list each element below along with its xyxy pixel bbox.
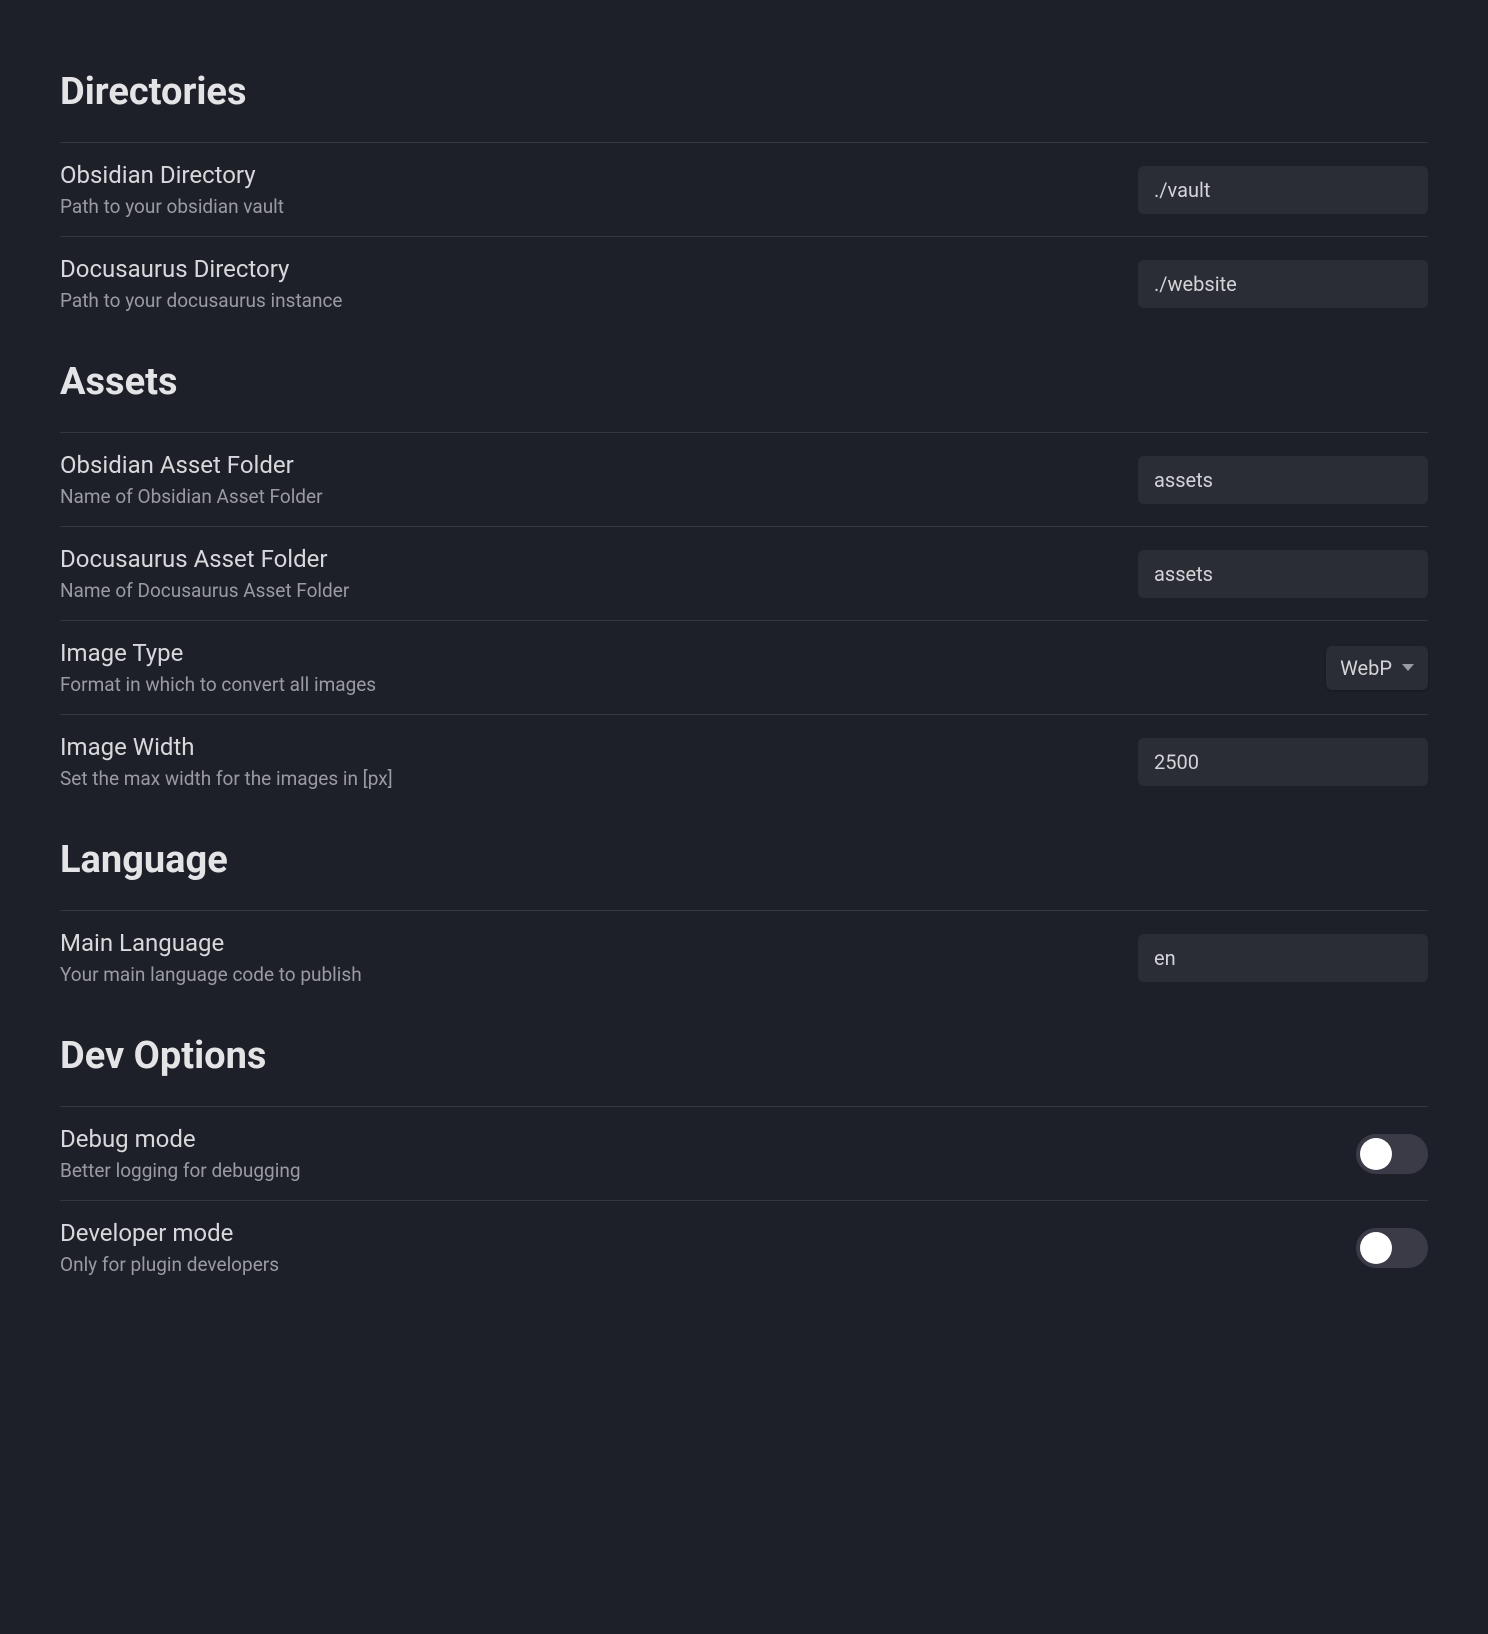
setting-title: Obsidian Asset Folder [60,451,1118,479]
docusaurus-asset-folder-input[interactable] [1138,550,1428,598]
setting-title: Obsidian Directory [60,161,1118,189]
setting-desc: Path to your obsidian vault [60,195,1118,218]
section-heading-language: Language [60,838,1428,882]
setting-desc: Set the max width for the images in [px] [60,767,1118,790]
setting-desc: Your main language code to publish [60,963,1118,986]
setting-desc: Name of Docusaurus Asset Folder [60,579,1118,602]
image-width-input[interactable] [1138,738,1428,786]
setting-desc: Name of Obsidian Asset Folder [60,485,1118,508]
section-heading-dev-options: Dev Options [60,1034,1428,1078]
setting-title: Image Width [60,733,1118,761]
section-heading-assets: Assets [60,360,1428,404]
docusaurus-directory-input[interactable] [1138,260,1428,308]
obsidian-directory-input[interactable] [1138,166,1428,214]
debug-mode-toggle[interactable] [1356,1134,1428,1174]
setting-main-language: Main Language Your main language code to… [60,910,1428,1004]
toggle-knob [1360,1138,1392,1170]
setting-desc: Better logging for debugging [60,1159,1336,1182]
setting-developer-mode: Developer mode Only for plugin developer… [60,1200,1428,1294]
obsidian-asset-folder-input[interactable] [1138,456,1428,504]
setting-title: Image Type [60,639,1306,667]
setting-title: Main Language [60,929,1118,957]
setting-debug-mode: Debug mode Better logging for debugging [60,1106,1428,1200]
main-language-input[interactable] [1138,934,1428,982]
section-heading-directories: Directories [60,70,1428,114]
toggle-knob [1360,1232,1392,1264]
setting-title: Docusaurus Directory [60,255,1118,283]
setting-docusaurus-directory: Docusaurus Directory Path to your docusa… [60,236,1428,330]
image-type-select[interactable]: WebP [1326,646,1428,690]
setting-obsidian-asset-folder: Obsidian Asset Folder Name of Obsidian A… [60,432,1428,526]
setting-title: Debug mode [60,1125,1336,1153]
setting-desc: Path to your docusaurus instance [60,289,1118,312]
setting-desc: Format in which to convert all images [60,673,1306,696]
setting-title: Developer mode [60,1219,1336,1247]
setting-obsidian-directory: Obsidian Directory Path to your obsidian… [60,142,1428,236]
setting-title: Docusaurus Asset Folder [60,545,1118,573]
setting-docusaurus-asset-folder: Docusaurus Asset Folder Name of Docusaur… [60,526,1428,620]
setting-image-width: Image Width Set the max width for the im… [60,714,1428,808]
setting-image-type: Image Type Format in which to convert al… [60,620,1428,714]
developer-mode-toggle[interactable] [1356,1228,1428,1268]
setting-desc: Only for plugin developers [60,1253,1336,1276]
chevron-down-icon [1402,664,1414,671]
select-value: WebP [1340,656,1392,680]
